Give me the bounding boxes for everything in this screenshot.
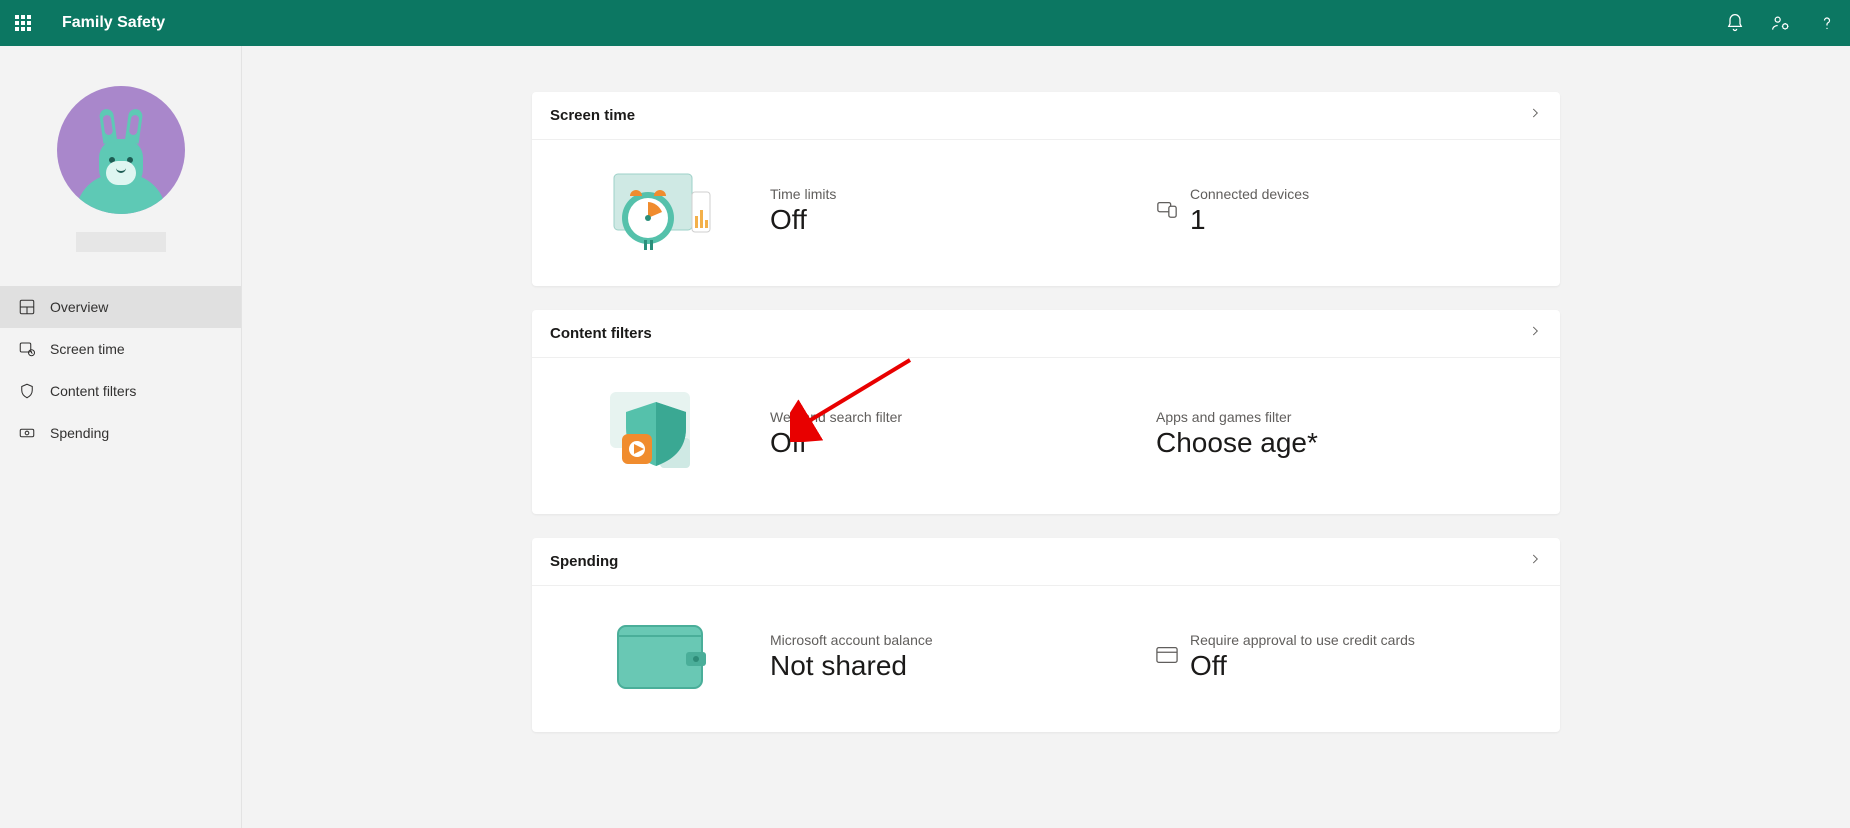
spending-card-header[interactable]: Spending (532, 538, 1560, 586)
screen-time-illustration (550, 166, 770, 256)
chevron-right-icon (1528, 552, 1542, 571)
content-filters-card: Content filters Web and search filter Of… (532, 310, 1560, 514)
sidebar-item-label: Content filters (50, 383, 136, 399)
web-search-filter-metric: Web and search filter Off (770, 409, 1156, 459)
sidebar-item-screen-time[interactable]: Screen time (0, 328, 241, 370)
help-button[interactable] (1804, 0, 1850, 46)
family-settings-button[interactable] (1758, 0, 1804, 46)
help-icon (1817, 13, 1837, 33)
metric-label: Time limits (770, 186, 1156, 202)
sidebar: Overview Screen time Content filters Spe… (0, 46, 242, 828)
apps-games-filter-metric: Apps and games filter Choose age* (1156, 409, 1542, 459)
chevron-right-icon (1528, 106, 1542, 125)
content-filters-illustration (550, 384, 770, 484)
metric-value: Choose age* (1156, 427, 1542, 459)
sidebar-nav: Overview Screen time Content filters Spe… (0, 286, 241, 454)
bell-icon (1725, 13, 1745, 33)
credit-approval-metric: Require approval to use credit cards Off (1156, 632, 1542, 682)
metric-label: Connected devices (1190, 186, 1309, 202)
app-title: Family Safety (62, 14, 165, 32)
metric-value: Not shared (770, 650, 1156, 682)
main-content: Screen time Tim (242, 46, 1850, 828)
screen-time-card: Screen time Tim (532, 92, 1560, 286)
card-title: Screen time (550, 107, 635, 124)
credit-card-icon (1156, 646, 1178, 669)
notifications-button[interactable] (1712, 0, 1758, 46)
shield-icon (18, 382, 36, 400)
metric-value: Off (770, 204, 1156, 236)
sidebar-item-label: Overview (50, 299, 108, 315)
sidebar-item-content-filters[interactable]: Content filters (0, 370, 241, 412)
card-title: Spending (550, 553, 618, 570)
metric-label: Require approval to use credit cards (1190, 632, 1415, 648)
account-balance-metric: Microsoft account balance Not shared (770, 632, 1156, 682)
card-title: Content filters (550, 325, 652, 342)
sidebar-item-label: Spending (50, 425, 109, 441)
metric-value: 1 (1190, 204, 1309, 236)
sidebar-item-spending[interactable]: Spending (0, 412, 241, 454)
time-limits-metric: Time limits Off (770, 186, 1156, 236)
metric-value: Off (1190, 650, 1415, 682)
chevron-right-icon (1528, 324, 1542, 343)
avatar[interactable] (57, 86, 185, 214)
money-icon (18, 424, 36, 442)
metric-label: Apps and games filter (1156, 409, 1542, 425)
profile-section (0, 46, 241, 262)
profile-name-placeholder (76, 232, 166, 252)
waffle-icon (15, 15, 31, 31)
content-filters-card-header[interactable]: Content filters (532, 310, 1560, 358)
sidebar-item-overview[interactable]: Overview (0, 286, 241, 328)
screen-time-icon (18, 340, 36, 358)
overview-icon (18, 298, 36, 316)
metric-label: Microsoft account balance (770, 632, 1156, 648)
app-launcher-button[interactable] (0, 0, 46, 46)
metric-value: Off (770, 427, 1156, 459)
top-bar: Family Safety (0, 0, 1850, 46)
people-settings-icon (1771, 13, 1791, 33)
spending-card: Spending Microsoft account balance Not s… (532, 538, 1560, 732)
spending-illustration (550, 612, 770, 702)
screen-time-card-header[interactable]: Screen time (532, 92, 1560, 140)
metric-label: Web and search filter (770, 409, 1156, 425)
devices-icon (1156, 198, 1178, 225)
sidebar-item-label: Screen time (50, 341, 125, 357)
connected-devices-metric: Connected devices 1 (1156, 186, 1542, 236)
